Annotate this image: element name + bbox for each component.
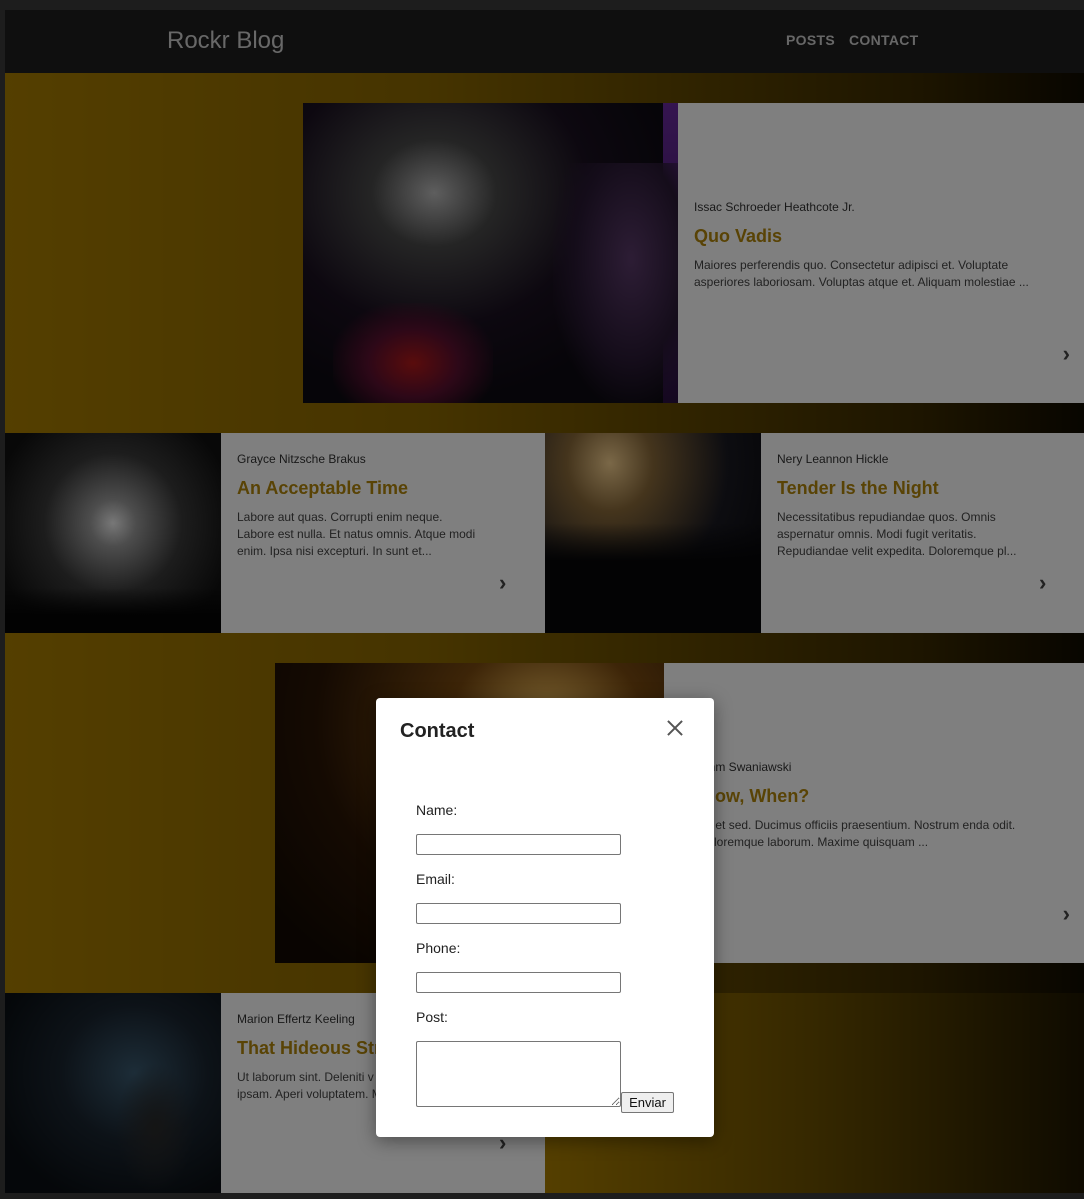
name-field[interactable]: [416, 834, 621, 855]
close-icon[interactable]: [663, 716, 687, 740]
post-label: Post:: [416, 1009, 448, 1025]
phone-field[interactable]: [416, 972, 621, 993]
email-field[interactable]: [416, 903, 621, 924]
post-textarea[interactable]: [416, 1041, 621, 1107]
name-label: Name:: [416, 802, 458, 818]
contact-modal: Contact Name: Email: Phone: Post: Enviar: [376, 698, 714, 1137]
modal-title: Contact: [400, 720, 475, 742]
submit-button[interactable]: Enviar: [621, 1092, 674, 1113]
email-label: Email:: [416, 871, 455, 887]
phone-label: Phone:: [416, 940, 461, 956]
